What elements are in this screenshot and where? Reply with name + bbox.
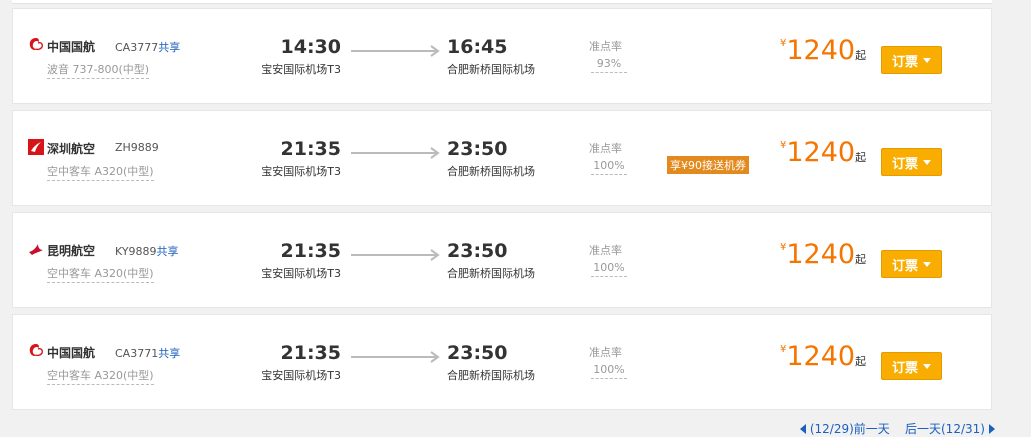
flight-row-2: 深圳航空 ZH9889 空中客车 A320(中型) 21:35 宝安国际机场T3… — [12, 110, 992, 206]
flight-number: CA3771共享 — [115, 345, 180, 361]
arrival-time: 23:50 — [447, 138, 508, 160]
flight-number: CA3777共享 — [115, 39, 180, 55]
book-button[interactable]: 订票 — [881, 148, 942, 176]
price: ¥1240起 — [780, 341, 866, 372]
arrival-airport: 合肥新桥国际机场 — [447, 369, 535, 382]
next-day-label: 后一天(12/31) — [905, 422, 985, 436]
price: ¥1240起 — [780, 35, 866, 66]
departure-airport: 宝安国际机场T3 — [261, 267, 341, 280]
caret-down-icon — [923, 262, 931, 267]
price: ¥1240起 — [780, 137, 866, 168]
flight-number: KY9889共享 — [115, 243, 179, 259]
flight-number-text: ZH9889 — [115, 141, 159, 154]
book-button[interactable]: 订票 — [881, 46, 942, 74]
kunming-airlines-logo-icon — [27, 240, 45, 258]
arrow-right-icon — [351, 351, 440, 363]
flight-number-text: CA3777 — [115, 41, 159, 54]
prev-day-label: (12/29)前一天 — [809, 422, 890, 436]
book-button-label: 订票 — [891, 155, 918, 171]
arrival-airport: 合肥新桥国际机场 — [447, 63, 535, 76]
left-triangle-icon — [800, 424, 806, 434]
caret-down-icon — [923, 160, 931, 165]
codeshare-link[interactable]: 共享 — [158, 41, 180, 54]
price: ¥1240起 — [780, 239, 866, 270]
flight-number-text: CA3771 — [115, 347, 159, 360]
flight-list: 中国国航 CA3777共享 波音 737-800(中型) 14:30 宝安国际机… — [12, 8, 992, 416]
departure-time: 21:35 — [280, 342, 341, 364]
arrow-right-icon — [351, 147, 440, 159]
arrow-right-icon — [351, 249, 440, 261]
airline-name: 昆明航空 — [47, 244, 96, 258]
price-value: 1240 — [786, 341, 856, 372]
flight-row-4: 中国国航 CA3771共享 空中客车 A320(中型) 21:35 宝安国际机场… — [12, 314, 992, 410]
departure-time: 21:35 — [280, 138, 341, 160]
price-suffix: 起 — [855, 355, 867, 368]
departure-time: 14:30 — [280, 36, 341, 58]
arrival-airport: 合肥新桥国际机场 — [447, 267, 535, 280]
price-value: 1240 — [786, 137, 856, 168]
prev-day-link[interactable]: (12/29)前一天 — [800, 420, 890, 437]
flight-row-3: 昆明航空 KY9889共享 空中客车 A320(中型) 21:35 宝安国际机场… — [12, 212, 992, 308]
airline-name: 深圳航空 — [47, 142, 96, 156]
ontime-rate-value[interactable]: 100% — [591, 159, 627, 175]
book-button-label: 订票 — [891, 257, 918, 273]
airline-name: 中国国航 — [47, 40, 96, 54]
price-suffix: 起 — [855, 151, 867, 164]
ontime-rate-label: 准点率 — [589, 346, 622, 359]
price-suffix: 起 — [855, 253, 867, 266]
airline-name: 中国国航 — [47, 346, 96, 360]
shenzhen-airlines-logo-icon — [27, 138, 45, 156]
flight-number-text: KY9889 — [115, 245, 157, 258]
ontime-rate-value[interactable]: 100% — [591, 261, 627, 277]
flight-row-1: 中国国航 CA3777共享 波音 737-800(中型) 14:30 宝安国际机… — [12, 8, 992, 104]
promo-badge[interactable]: 享¥90接送机券 — [667, 156, 749, 174]
flight-number: ZH9889 — [115, 141, 159, 154]
book-button[interactable]: 订票 — [881, 250, 942, 278]
departure-time: 21:35 — [280, 240, 341, 262]
arrival-airport: 合肥新桥国际机场 — [447, 165, 535, 178]
next-day-link[interactable]: 后一天(12/31) — [905, 420, 995, 437]
ontime-rate-label: 准点率 — [589, 40, 622, 53]
price-value: 1240 — [786, 239, 856, 270]
arrival-time: 23:50 — [447, 342, 508, 364]
ontime-rate-value[interactable]: 100% — [591, 363, 627, 379]
aircraft-type[interactable]: 空中客车 A320(中型) — [47, 163, 154, 181]
arrival-time: 23:50 — [447, 240, 508, 262]
codeshare-link[interactable]: 共享 — [157, 245, 179, 258]
codeshare-link[interactable]: 共享 — [158, 347, 180, 360]
departure-airport: 宝安国际机场T3 — [261, 63, 341, 76]
book-button-label: 订票 — [891, 359, 918, 375]
caret-down-icon — [923, 58, 931, 63]
caret-down-icon — [923, 364, 931, 369]
air-china-logo-icon — [27, 342, 45, 360]
book-button[interactable]: 订票 — [881, 352, 942, 380]
previous-row-edge — [12, 0, 992, 4]
aircraft-type[interactable]: 空中客车 A320(中型) — [47, 367, 154, 385]
ontime-rate-label: 准点率 — [589, 244, 622, 257]
book-button-label: 订票 — [891, 53, 918, 69]
arrow-right-icon — [351, 45, 440, 57]
arrival-time: 16:45 — [447, 36, 508, 58]
aircraft-type[interactable]: 波音 737-800(中型) — [47, 61, 150, 79]
right-triangle-icon — [988, 424, 995, 434]
departure-airport: 宝安国际机场T3 — [261, 165, 341, 178]
air-china-logo-icon — [27, 36, 45, 54]
aircraft-type[interactable]: 空中客车 A320(中型) — [47, 265, 154, 283]
price-suffix: 起 — [855, 49, 867, 62]
ontime-rate-label: 准点率 — [589, 142, 622, 155]
ontime-rate-value[interactable]: 93% — [591, 57, 627, 73]
departure-airport: 宝安国际机场T3 — [261, 369, 341, 382]
price-value: 1240 — [786, 35, 856, 66]
